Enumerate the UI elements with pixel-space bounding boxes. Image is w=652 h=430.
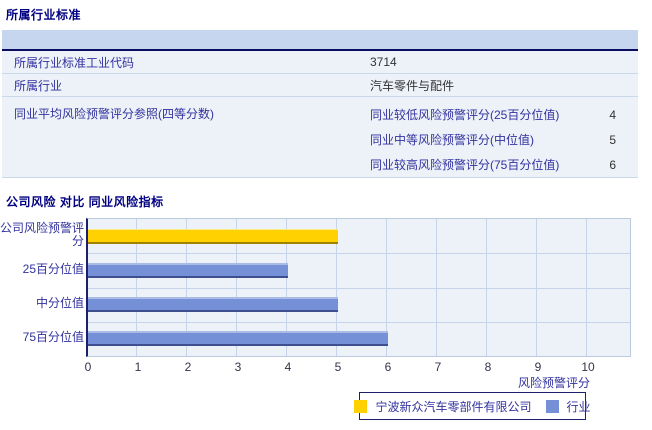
legend-label: 宁波新众汽车零部件有限公司 [375, 399, 532, 414]
x-tick-label: 8 [484, 360, 492, 374]
x-tick-label: 9 [534, 360, 542, 374]
chart-plot-area [86, 218, 631, 357]
risk-comparison-bar-chart: 风险预警评分 宁波新众汽车零部件有限公司 行业 公司风险预警评分 25百分位值中分位… [0, 0, 652, 430]
legend-label: 行业 [566, 399, 591, 414]
chart-legend: 宁波新众汽车零部件有限公司 行业 [354, 392, 591, 420]
category-label: 75百分位值 [22, 330, 84, 345]
x-axis-label: 风险预警评分 [517, 376, 590, 390]
gridline [88, 253, 630, 254]
legend-swatch-company [354, 399, 368, 413]
x-tick-label: 5 [334, 360, 342, 374]
legend-item: 行业 [545, 398, 591, 415]
x-tick-label: 10 [581, 360, 595, 374]
bar [88, 229, 338, 244]
category-label: 中分位值 [35, 296, 84, 311]
x-tick-label: 1 [134, 360, 142, 374]
x-tick-label: 2 [184, 360, 192, 374]
category-label: 25百分位值 [22, 261, 84, 276]
x-tick-label: 7 [434, 360, 442, 374]
legend-item: 宁波新众汽车零部件有限公司 [354, 398, 532, 415]
bar [88, 263, 288, 278]
bar [88, 297, 338, 312]
legend-swatch-industry [545, 399, 559, 413]
x-tick-label: 3 [234, 360, 242, 374]
x-tick-label: 4 [284, 360, 292, 374]
x-tick-label: 6 [384, 360, 392, 374]
gridline [88, 322, 630, 323]
gridline [88, 288, 630, 289]
x-tick-label: 0 [84, 360, 92, 374]
category-label: 公司风险预警评分 [0, 221, 85, 249]
bar [88, 331, 388, 346]
